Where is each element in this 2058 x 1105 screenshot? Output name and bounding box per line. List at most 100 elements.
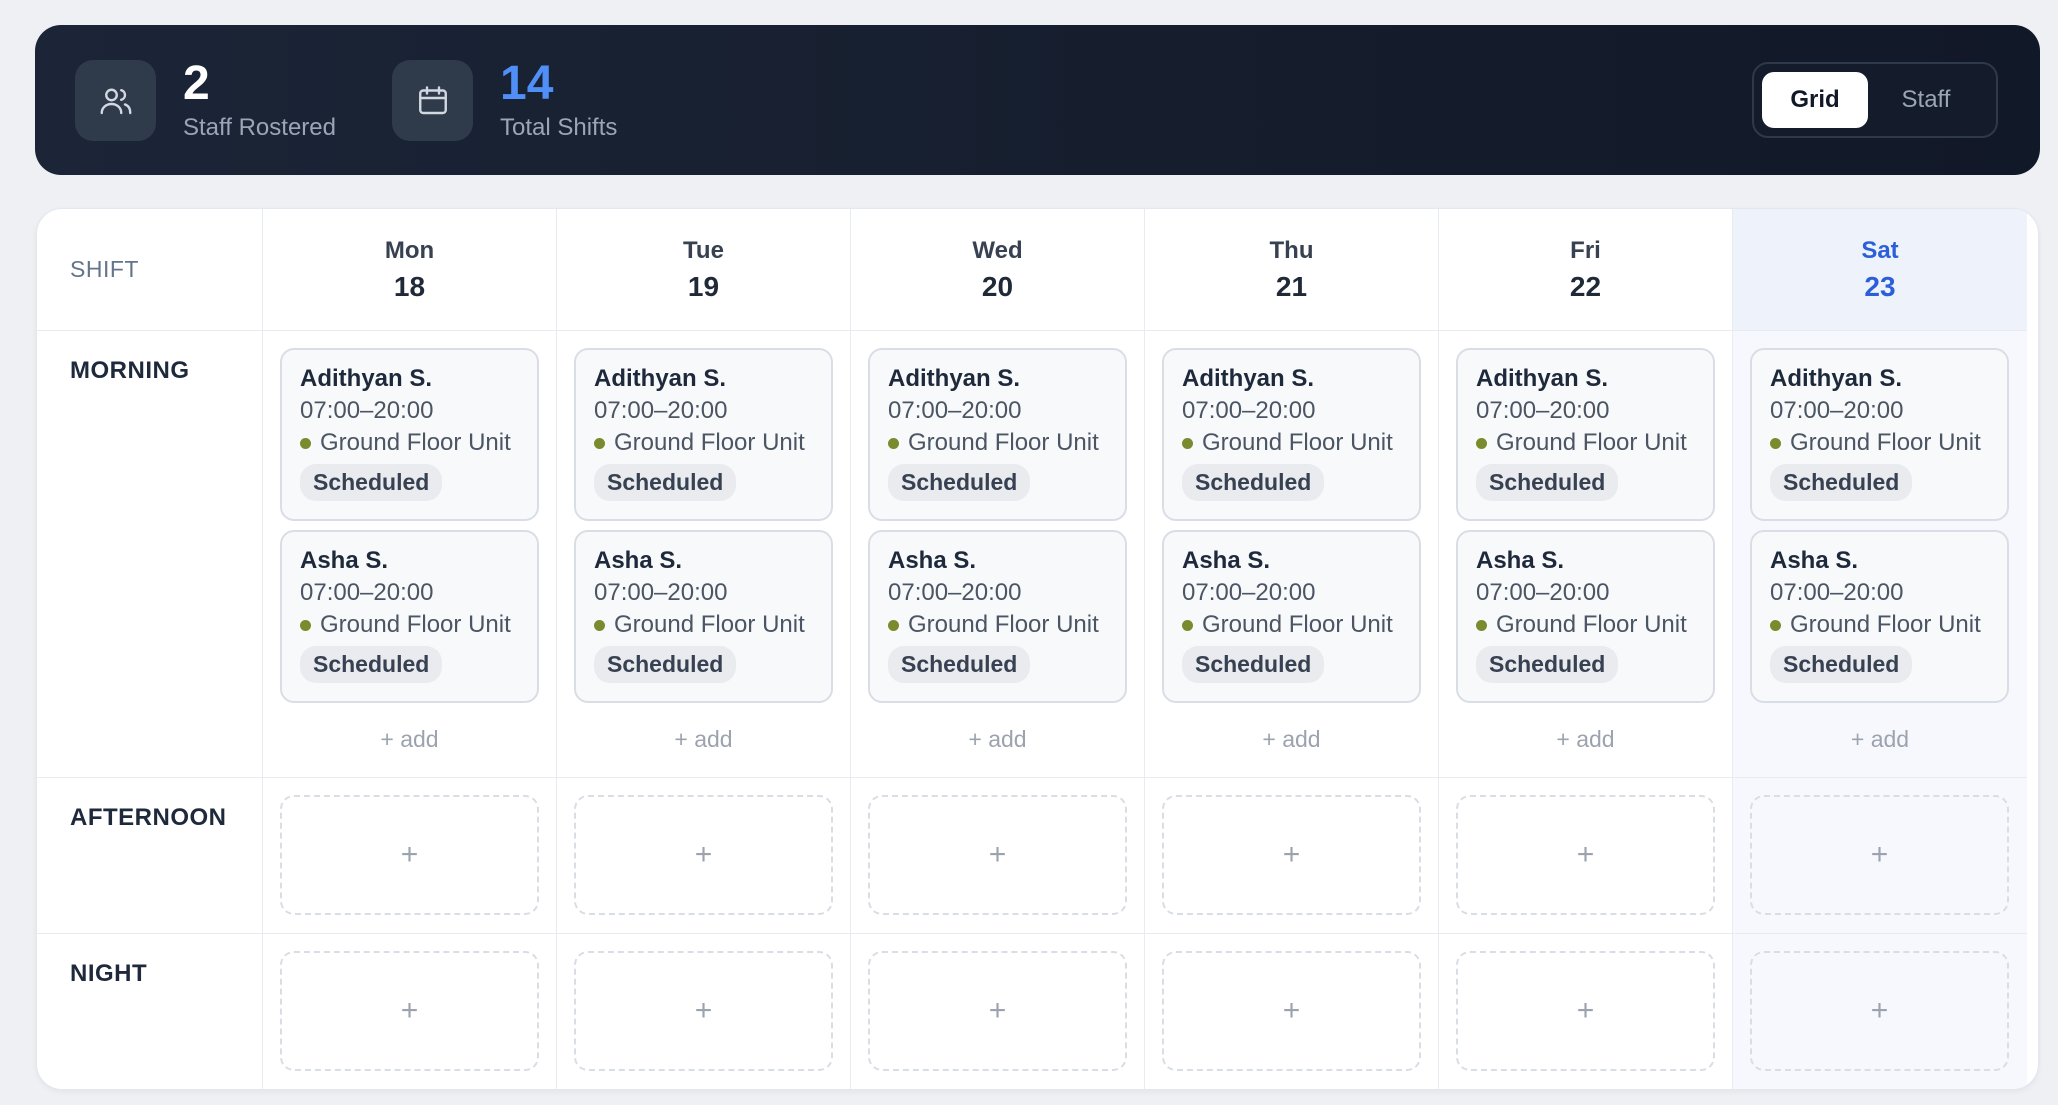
shift-card[interactable]: Asha S. 07:00–20:00 Ground Floor Unit Sched… — [1456, 530, 1715, 703]
add-shift-slot[interactable]: + — [1750, 795, 2009, 915]
add-shift-link[interactable]: + add — [1162, 726, 1421, 753]
day-number: 21 — [1275, 270, 1308, 302]
status-badge: Scheduled — [1770, 646, 1913, 683]
morning-cell-wed: Adithyan S. 07:00–20:00 Ground Floor Unit S… — [851, 331, 1145, 778]
shift-location: Ground Floor Unit — [1770, 609, 2007, 641]
row-label-afternoon: AFTERNOON — [37, 778, 263, 934]
location-dot-icon — [1182, 437, 1193, 449]
location-label: Ground Floor Unit — [1202, 429, 1393, 456]
status-badge: Scheduled — [1770, 464, 1913, 501]
shift-card[interactable]: Adithyan S. 07:00–20:00 Ground Floor Unit S… — [574, 348, 833, 521]
staff-name: Asha S. — [594, 547, 683, 574]
shift-card[interactable]: Adithyan S. 07:00–20:00 Ground Floor Unit S… — [1750, 348, 2009, 521]
add-shift-link[interactable]: + add — [1750, 726, 2010, 753]
add-shift-link[interactable]: + add — [280, 726, 539, 753]
afternoon-cell-mon: + — [263, 778, 557, 934]
add-shift-link[interactable]: + add — [868, 726, 1127, 753]
grid-view-button[interactable]: Grid — [1762, 72, 1868, 128]
add-shift-slot[interactable]: + — [280, 795, 539, 915]
staff-name: Adithyan S. — [888, 365, 1021, 392]
location-dot-icon — [594, 437, 605, 449]
location-label: Ground Floor Unit — [320, 429, 511, 456]
afternoon-cell-sat: + — [1733, 778, 2027, 934]
shift-card[interactable]: Asha S. 07:00–20:00 Ground Floor Unit Sched… — [574, 530, 833, 703]
location-label: Ground Floor Unit — [1790, 611, 1981, 638]
status-badge: Scheduled — [1182, 464, 1325, 501]
shift-location: Ground Floor Unit — [888, 427, 1125, 459]
shift-card[interactable]: Adithyan S. 07:00–20:00 Ground Floor Unit S… — [1456, 348, 1715, 521]
shift-card[interactable]: Adithyan S. 07:00–20:00 Ground Floor Unit S… — [280, 348, 539, 521]
shift-time: 07:00–20:00 — [1182, 579, 1316, 606]
add-shift-link[interactable]: + add — [574, 726, 833, 753]
shift-card[interactable]: Asha S. 07:00–20:00 Ground Floor Unit Sched… — [1162, 530, 1421, 703]
add-shift-slot[interactable]: + — [1162, 795, 1421, 915]
add-shift-slot[interactable]: + — [574, 951, 833, 1071]
status-badge: Scheduled — [1476, 646, 1619, 683]
add-shift-slot[interactable]: + — [1456, 795, 1715, 915]
location-label: Ground Floor Unit — [1496, 611, 1687, 638]
morning-cell-tue: Adithyan S. 07:00–20:00 Ground Floor Unit S… — [557, 331, 851, 778]
shift-card[interactable]: Asha S. 07:00–20:00 Ground Floor Unit Sched… — [868, 530, 1127, 703]
shift-location: Ground Floor Unit — [1770, 427, 2007, 459]
shift-time: 07:00–20:00 — [1770, 397, 1904, 424]
add-shift-slot[interactable]: + — [574, 795, 833, 915]
staff-view-button[interactable]: Staff — [1868, 72, 1984, 128]
shift-card[interactable]: Asha S. 07:00–20:00 Ground Floor Unit Sched… — [1750, 530, 2009, 703]
location-dot-icon — [1182, 619, 1193, 631]
location-dot-icon — [300, 619, 311, 631]
calendar-icon — [392, 60, 473, 141]
day-header-wed: Wed 20 — [851, 209, 1145, 331]
shift-location: Ground Floor Unit — [1182, 427, 1419, 459]
location-label: Ground Floor Unit — [1202, 611, 1393, 638]
shift-card[interactable]: Adithyan S. 07:00–20:00 Ground Floor Unit S… — [868, 348, 1127, 521]
users-icon — [75, 60, 156, 141]
status-badge: Scheduled — [1182, 646, 1325, 683]
staff-name: Adithyan S. — [1182, 365, 1315, 392]
shift-time: 07:00–20:00 — [594, 579, 728, 606]
total-shifts-value: 14 — [500, 57, 554, 110]
shift-card[interactable]: Asha S. 07:00–20:00 Ground Floor Unit Sched… — [280, 530, 539, 703]
staff-name: Asha S. — [888, 547, 977, 574]
day-header-mon: Mon 18 — [263, 209, 557, 331]
night-cell-thu: + — [1145, 934, 1439, 1089]
day-name: Thu — [1269, 236, 1314, 264]
shift-location: Ground Floor Unit — [1182, 609, 1419, 641]
total-shifts-label: Total Shifts — [500, 114, 618, 141]
shift-location: Ground Floor Unit — [594, 427, 831, 459]
add-shift-link[interactable]: + add — [1456, 726, 1715, 753]
add-shift-slot[interactable]: + — [1456, 951, 1715, 1071]
shift-card[interactable]: Adithyan S. 07:00–20:00 Ground Floor Unit S… — [1162, 348, 1421, 521]
day-header-fri: Fri 22 — [1439, 209, 1733, 331]
staff-name: Adithyan S. — [594, 365, 727, 392]
add-shift-slot[interactable]: + — [280, 951, 539, 1071]
location-dot-icon — [1770, 437, 1781, 449]
day-header-tue: Tue 19 — [557, 209, 851, 331]
add-shift-slot[interactable]: + — [1162, 951, 1421, 1071]
shift-time: 07:00–20:00 — [594, 397, 728, 424]
location-label: Ground Floor Unit — [320, 611, 511, 638]
add-shift-slot[interactable]: + — [868, 795, 1127, 915]
shift-time: 07:00–20:00 — [1770, 579, 1904, 606]
afternoon-cell-tue: + — [557, 778, 851, 934]
shift-time: 07:00–20:00 — [1182, 397, 1316, 424]
afternoon-cell-thu: + — [1145, 778, 1439, 934]
shift-location: Ground Floor Unit — [888, 609, 1125, 641]
add-shift-slot[interactable]: + — [868, 951, 1127, 1071]
afternoon-cell-fri: + — [1439, 778, 1733, 934]
roster-grid: SHIFT Mon 18 Tue 19 Wed 20 Thu 21 Fri 22 Sat 23 MORN… — [37, 209, 2038, 1089]
location-label: Ground Floor Unit — [614, 429, 805, 456]
day-name: Mon — [384, 236, 435, 264]
day-number: 19 — [687, 270, 720, 302]
location-label: Ground Floor Unit — [1496, 429, 1687, 456]
shift-time: 07:00–20:00 — [888, 397, 1022, 424]
staff-name: Adithyan S. — [1476, 365, 1609, 392]
shift-time: 07:00–20:00 — [888, 579, 1022, 606]
add-shift-slot[interactable]: + — [1750, 951, 2009, 1071]
location-dot-icon — [300, 437, 311, 449]
night-cell-mon: + — [263, 934, 557, 1089]
day-name: Sat — [1861, 236, 1899, 264]
afternoon-cell-wed: + — [851, 778, 1145, 934]
location-dot-icon — [888, 437, 899, 449]
staff-name: Asha S. — [1476, 547, 1565, 574]
roster-grid-card: SHIFT Mon 18 Tue 19 Wed 20 Thu 21 Fri 22 Sat 23 MORN… — [36, 208, 2039, 1090]
